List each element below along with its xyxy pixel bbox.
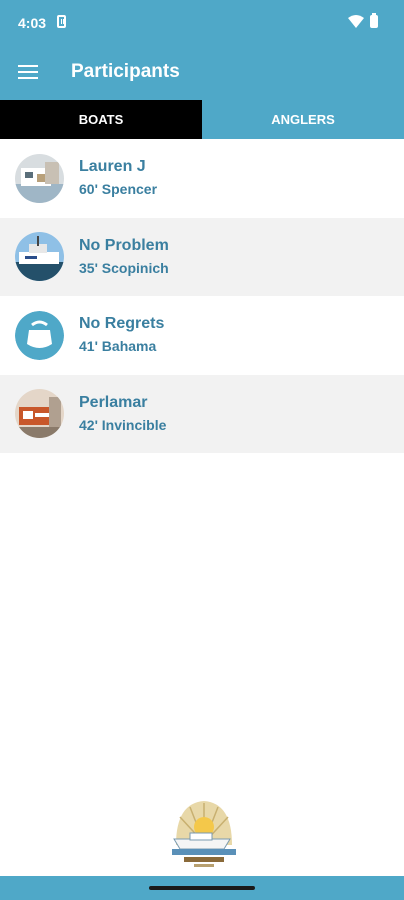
status-bar: 4:03	[0, 0, 404, 44]
boat-photo-avatar	[15, 389, 64, 439]
boat-detail: 60' Spencer	[79, 181, 158, 198]
battery-icon	[370, 13, 378, 28]
tournament-logo	[166, 797, 242, 871]
placeholder-boat-icon	[15, 310, 64, 360]
list-item[interactable]: Lauren J 60' Spencer	[0, 139, 404, 218]
boat-name: No Problem	[79, 236, 169, 254]
boat-photo-avatar	[15, 153, 64, 203]
tab-boats[interactable]: BOATS	[0, 100, 202, 139]
status-time: 4:03	[18, 15, 47, 31]
home-gesture-handle[interactable]	[149, 886, 255, 890]
boat-name: Perlamar	[79, 393, 148, 411]
boat-name: No Regrets	[79, 315, 165, 333]
tab-bar: BOATS ANGLERS	[0, 100, 404, 139]
boat-name: Lauren J	[79, 158, 146, 176]
list-item[interactable]: No Problem 35' Scopinich	[0, 217, 404, 296]
app-bar: Participants	[0, 44, 404, 100]
menu-icon[interactable]	[18, 65, 38, 79]
tab-anglers[interactable]: ANGLERS	[202, 100, 404, 139]
wifi-icon	[348, 15, 364, 28]
boat-detail: 35' Scopinich	[79, 259, 169, 276]
list-item[interactable]: Perlamar 42' Invincible	[0, 374, 404, 453]
list-item[interactable]: No Regrets 41' Bahama	[0, 296, 404, 375]
boat-photo-avatar	[15, 232, 64, 282]
boat-detail: 41' Bahama	[79, 338, 157, 355]
system-nav-bar	[0, 876, 404, 900]
boat-detail: 42' Invincible	[79, 416, 167, 433]
page-title: Participants	[71, 61, 180, 82]
sim-icon	[57, 15, 66, 28]
boat-list: Lauren J 60' Spencer No Problem 35' Scop…	[0, 139, 404, 453]
